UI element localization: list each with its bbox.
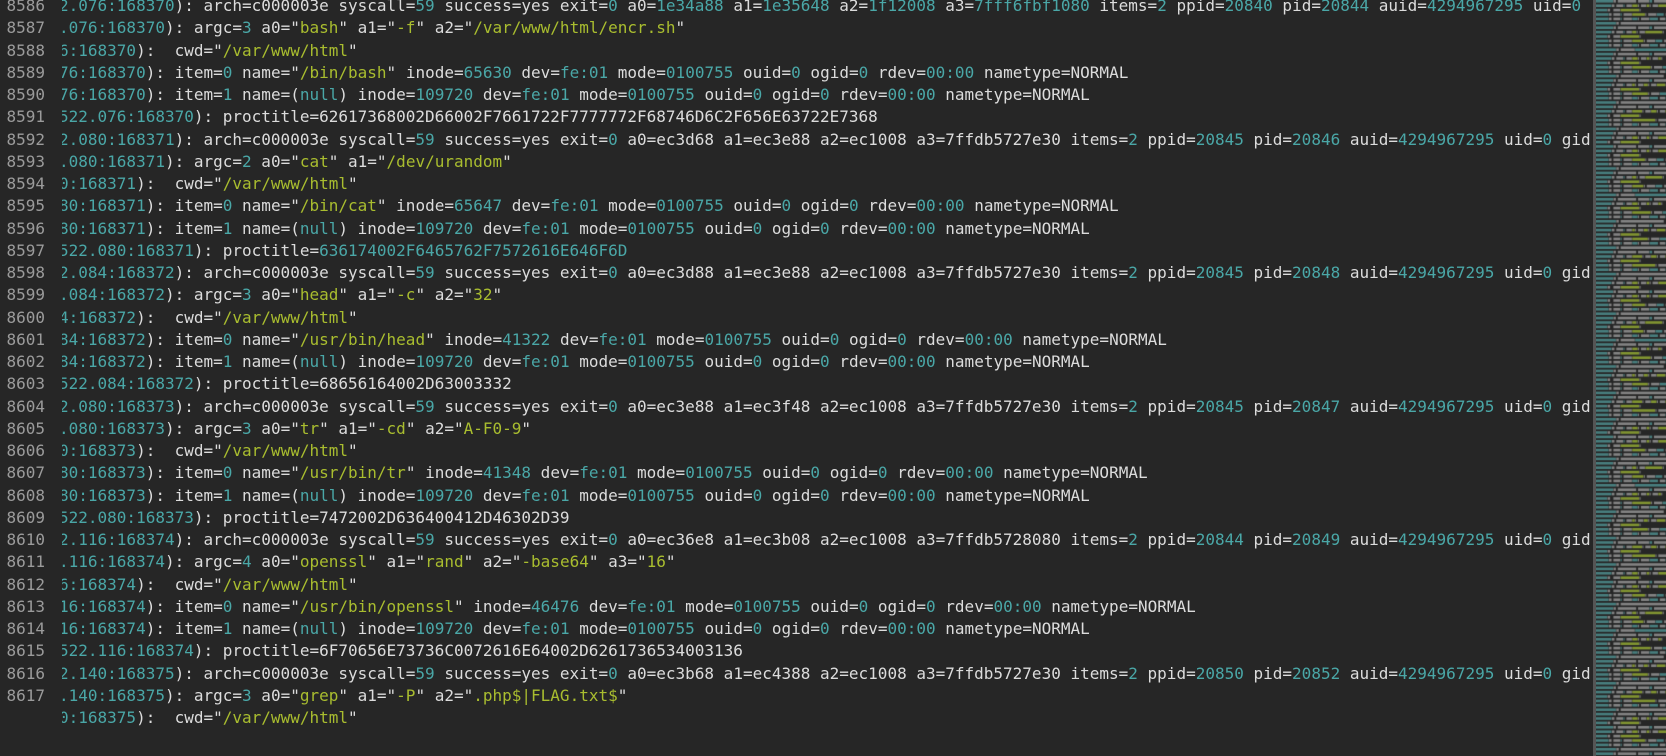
code-line[interactable]: 16:168374): item=0 name="/usr/bin/openss… xyxy=(62,596,1593,618)
line-number[interactable]: 8617 xyxy=(0,685,58,707)
code-line[interactable]: 0:168373): cwd="/var/www/html" xyxy=(62,440,1593,462)
line-number[interactable]: 8609 xyxy=(0,507,58,529)
code-line[interactable]: 76:168370): item=0 name="/bin/bash" inod… xyxy=(62,62,1593,84)
line-number[interactable]: 8603 xyxy=(0,373,58,395)
line-number[interactable]: 8596 xyxy=(0,218,58,240)
line-number-gutter: 8586 8587 8588 8589 8590 8591 8592 8593 8594 8595… xyxy=(0,0,58,729)
line-number[interactable]: 8599 xyxy=(0,284,58,306)
line-number[interactable]: 8591 xyxy=(0,106,58,128)
line-number[interactable]: 8608 xyxy=(0,485,58,507)
line-number[interactable]: 8593 xyxy=(0,151,58,173)
code-line[interactable]: .084:168372): argc=3 a0="head" a1="-c" a… xyxy=(62,284,1593,306)
line-number[interactable]: 8601 xyxy=(0,329,58,351)
code-line[interactable]: 84:168372): item=1 name=(null) inode=109… xyxy=(62,351,1593,373)
minimap-divider xyxy=(1593,0,1666,756)
code-line[interactable]: .080:168373): argc=3 a0="tr" a1="-cd" a2… xyxy=(62,418,1593,440)
code-line[interactable]: 4:168372): cwd="/var/www/html" xyxy=(62,307,1593,329)
line-number[interactable]: 8604 xyxy=(0,396,58,418)
line-number[interactable]: 8610 xyxy=(0,529,58,551)
line-number[interactable]: 8590 xyxy=(0,84,58,106)
line-number[interactable]: 8615 xyxy=(0,640,58,662)
code-line[interactable]: .080:168371): argc=2 a0="cat" a1="/dev/u… xyxy=(62,151,1593,173)
line-number[interactable]: 8602 xyxy=(0,351,58,373)
line-number[interactable] xyxy=(0,707,58,729)
code-line[interactable]: 16:168374): item=1 name=(null) inode=109… xyxy=(62,618,1593,640)
line-number[interactable]: 8616 xyxy=(0,663,58,685)
code-line[interactable]: 2.076:168370): arch=c000003e syscall=59 … xyxy=(62,0,1593,17)
line-number[interactable]: 8613 xyxy=(0,596,58,618)
code-line[interactable]: 2.140:168375): arch=c000003e syscall=59 … xyxy=(62,663,1593,685)
code-line[interactable]: 522.076:168370): proctitle=62617368002D6… xyxy=(62,106,1593,128)
line-number[interactable]: 8586 xyxy=(0,0,58,17)
code-line[interactable]: 6:168370): cwd="/var/www/html" xyxy=(62,40,1593,62)
code-line[interactable]: .116:168374): argc=4 a0="openssl" a1="ra… xyxy=(62,551,1593,573)
line-number[interactable]: 8587 xyxy=(0,17,58,39)
line-number[interactable]: 8589 xyxy=(0,62,58,84)
code-line[interactable]: 80:168371): item=0 name="/bin/cat" inode… xyxy=(62,195,1593,217)
code-line[interactable]: 522.084:168372): proctitle=68656164002D6… xyxy=(62,373,1593,395)
code-line[interactable]: 522.080:168373): proctitle=7472002D63640… xyxy=(62,507,1593,529)
line-number[interactable]: 8594 xyxy=(0,173,58,195)
code-area[interactable]: 2.076:168370): arch=c000003e syscall=59 … xyxy=(62,0,1593,756)
line-number[interactable]: 8605 xyxy=(0,418,58,440)
line-number[interactable]: 8597 xyxy=(0,240,58,262)
editor-viewport: 8586 8587 8588 8589 8590 8591 8592 8593 8594 8595… xyxy=(0,0,1666,756)
code-line[interactable]: 2.084:168372): arch=c000003e syscall=59 … xyxy=(62,262,1593,284)
line-number[interactable]: 8598 xyxy=(0,262,58,284)
code-line[interactable]: .076:168370): argc=3 a0="bash" a1="-f" a… xyxy=(62,17,1593,39)
code-line[interactable]: 80:168373): item=0 name="/usr/bin/tr" in… xyxy=(62,462,1593,484)
line-number[interactable]: 8600 xyxy=(0,307,58,329)
line-number[interactable]: 8611 xyxy=(0,551,58,573)
code-line[interactable]: 0:168371): cwd="/var/www/html" xyxy=(62,173,1593,195)
minimap[interactable] xyxy=(1596,0,1666,756)
line-number[interactable]: 8607 xyxy=(0,462,58,484)
code-line[interactable]: 0:168375): cwd="/var/www/html" xyxy=(62,707,1593,729)
line-number[interactable]: 8614 xyxy=(0,618,58,640)
code-line[interactable]: 2.080:168373): arch=c000003e syscall=59 … xyxy=(62,396,1593,418)
code-line[interactable]: 2.116:168374): arch=c000003e syscall=59 … xyxy=(62,529,1593,551)
line-number[interactable]: 8612 xyxy=(0,574,58,596)
line-number[interactable]: 8595 xyxy=(0,195,58,217)
code-line[interactable]: 80:168373): item=1 name=(null) inode=109… xyxy=(62,485,1593,507)
code-line[interactable]: 84:168372): item=0 name="/usr/bin/head" … xyxy=(62,329,1593,351)
code-line[interactable]: 2.080:168371): arch=c000003e syscall=59 … xyxy=(62,129,1593,151)
line-number[interactable]: 8588 xyxy=(0,40,58,62)
code-line[interactable]: 6:168374): cwd="/var/www/html" xyxy=(62,574,1593,596)
code-line[interactable]: 80:168371): item=1 name=(null) inode=109… xyxy=(62,218,1593,240)
line-number[interactable]: 8592 xyxy=(0,129,58,151)
line-number[interactable]: 8606 xyxy=(0,440,58,462)
code-line[interactable]: 76:168370): item=1 name=(null) inode=109… xyxy=(62,84,1593,106)
code-line[interactable]: 522.116:168374): proctitle=6F70656E73736… xyxy=(62,640,1593,662)
code-line[interactable]: 522.080:168371): proctitle=636174002F646… xyxy=(62,240,1593,262)
code-line[interactable]: .140:168375): argc=3 a0="grep" a1="-P" a… xyxy=(62,685,1593,707)
